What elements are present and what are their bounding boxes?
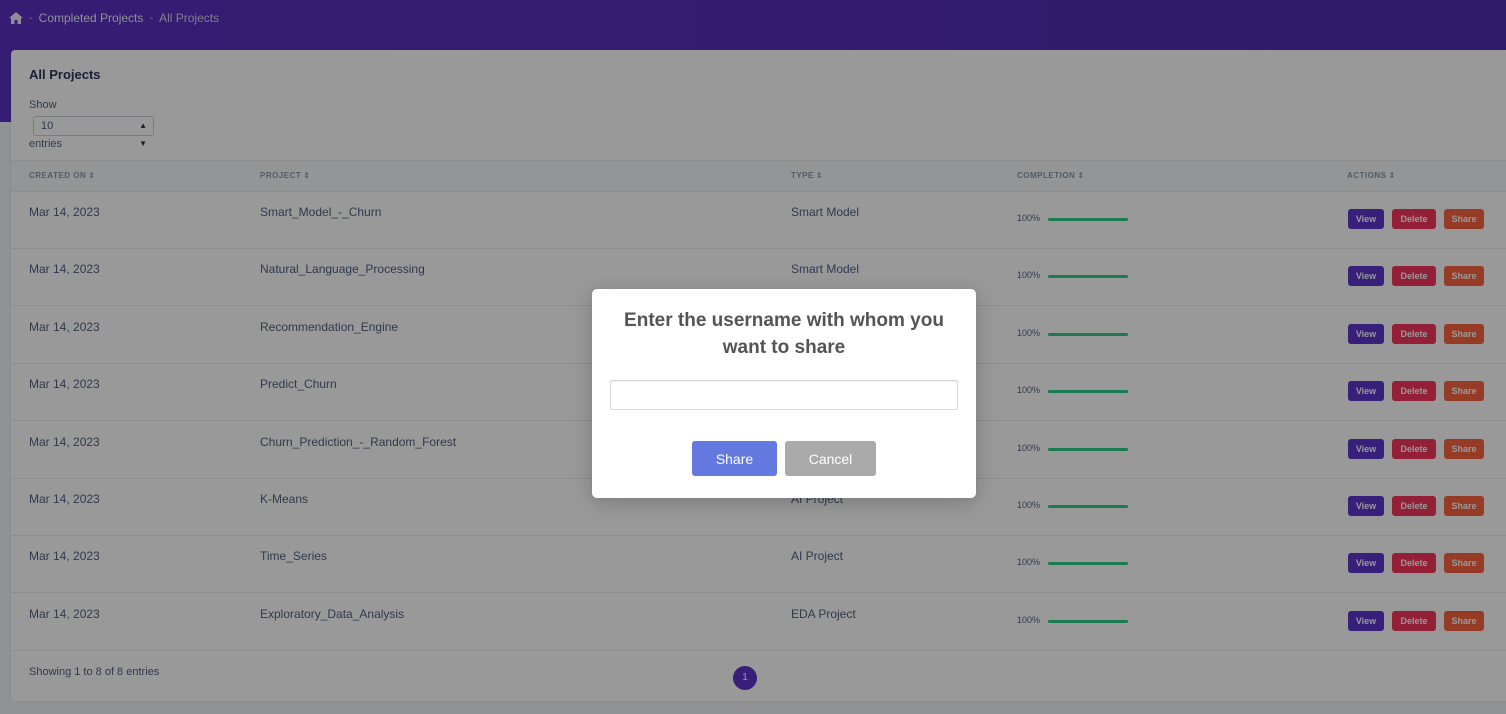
username-input[interactable] (610, 380, 958, 410)
share-confirm-button[interactable]: Share (692, 441, 777, 476)
cancel-button[interactable]: Cancel (785, 441, 876, 476)
share-dialog-title: Enter the username with whom you want to… (624, 310, 944, 358)
share-dialog: Enter the username with whom you want to… (592, 289, 976, 498)
